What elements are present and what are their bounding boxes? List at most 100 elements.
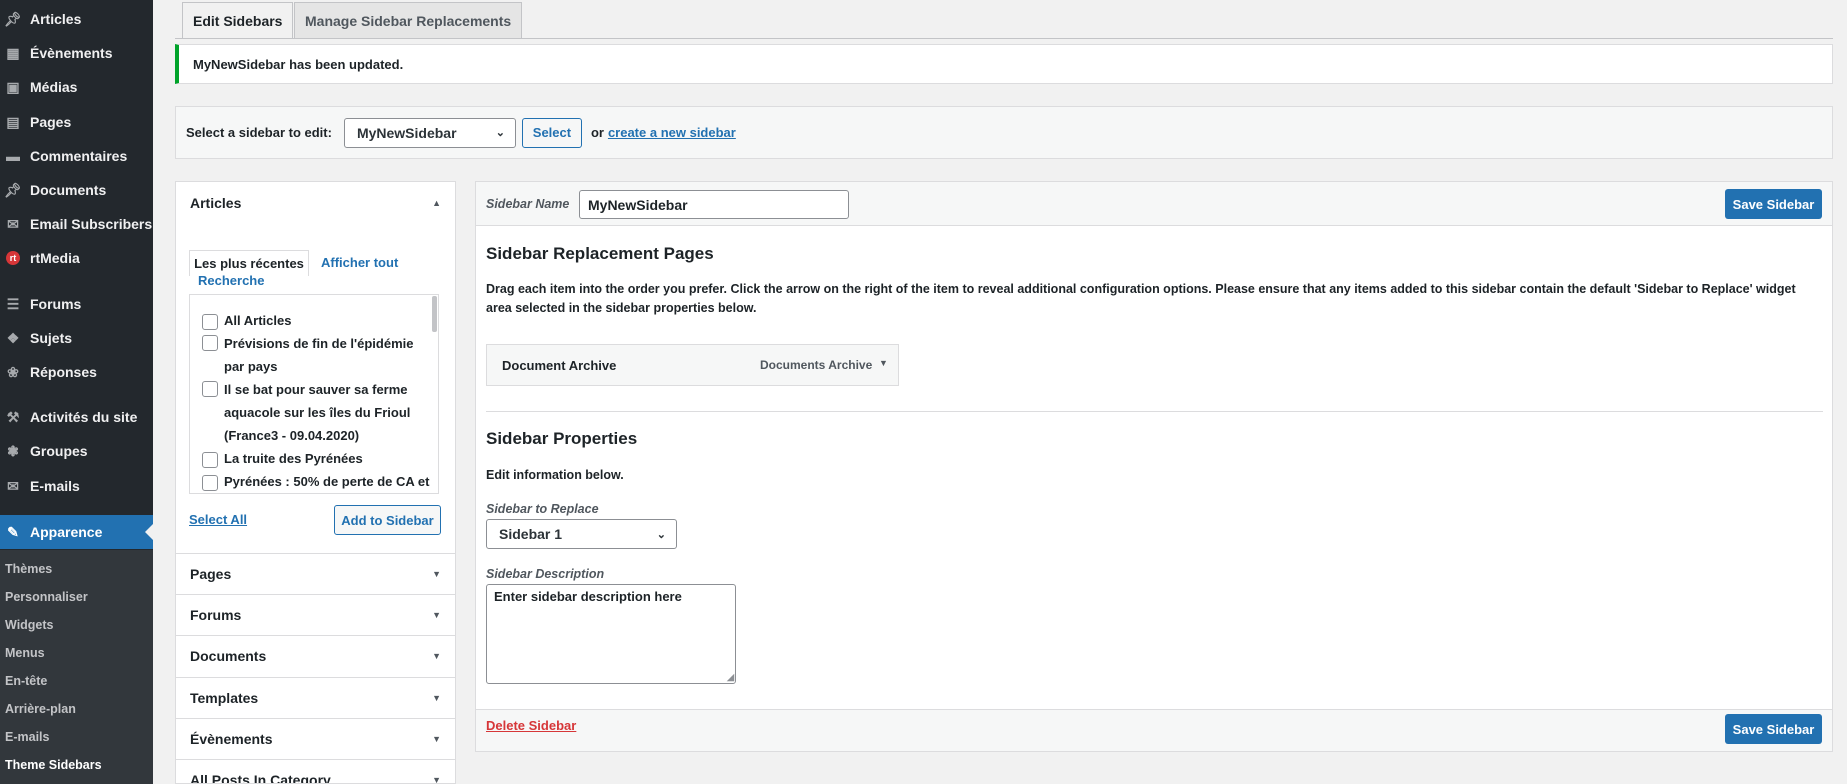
accordion-section-title: Templates [190,690,259,706]
menu-item-pages[interactable]: ▤ Pages [0,108,153,136]
page-icon: ▤ [6,113,20,130]
chevron-down-icon: ⌄ [656,528,666,541]
tab-edit-sidebars[interactable]: Edit Sidebars [182,2,294,38]
submenu-emails[interactable]: E-mails [5,730,49,744]
admin-menu: 📌︎ Articles ▦ Évènements ▣ Médias ▤ Pages ▬ C… [0,0,153,784]
accordion-section[interactable]: Documents ▼ [176,635,455,676]
submenu-entete[interactable]: En-tête [5,674,47,688]
update-notice: MyNewSidebar has been updated. [175,44,1833,84]
select-button[interactable]: Select [521,117,582,148]
accordion-section-title: Forums [190,607,242,623]
submenu-widgets[interactable]: Widgets [5,618,54,632]
sidebar-select-value: MyNewSidebar [356,124,457,141]
tab-afficher-tout[interactable]: Afficher tout [321,255,398,270]
checkbox[interactable] [202,474,218,491]
accordion-section[interactable]: All Posts In Category ▼ [176,759,455,784]
appearance-submenu: Thèmes Personnaliser Widgets Menus En-tê… [0,550,153,784]
menu-item-reponses[interactable]: ❀ Réponses [0,358,153,386]
menu-item-groupes[interactable]: ❃ Groupes [0,437,153,465]
triangle-down-icon: ▼ [432,693,441,703]
save-sidebar-button-bottom[interactable]: Save Sidebar [1725,714,1822,744]
paintbrush-icon: ✎ [7,523,19,540]
tab-manage-replacements[interactable]: Manage Sidebar Replacements [294,2,523,38]
list-item: La truite des Pyrénées [202,447,422,470]
activity-icon: ⚒ [6,408,20,425]
articles-checklist: All Articles Prévisions de fin de l'épid… [189,294,439,494]
sidebar-to-replace-select[interactable]: Sidebar 1 ⌄ [486,519,677,549]
menu-item-evenements[interactable]: ▦ Évènements [0,39,153,67]
menu-item-articles[interactable]: 📌︎ Articles [0,5,153,33]
submenu-themes[interactable]: Thèmes [5,562,52,576]
comment-icon: ▬ [6,148,20,164]
sidebar-to-replace-value: Sidebar 1 [499,526,563,542]
menu-item-sujets[interactable]: ❖ Sujets [0,324,153,352]
selector-label: Select a sidebar to edit: [186,125,332,140]
accordion-section-title: Évènements [190,731,273,747]
menu-item-documents[interactable]: 📌︎ Documents [0,176,153,204]
save-sidebar-button-top[interactable]: Save Sidebar [1725,189,1822,219]
checkbox[interactable] [202,335,218,351]
reply-icon: ❀ [7,363,19,380]
menu-item-rtmedia[interactable]: rt rtMedia [0,244,153,272]
accordion-section[interactable]: Évènements ▼ [176,718,455,759]
checklist-scrollbar[interactable] [432,296,437,332]
accordion-section[interactable]: Templates ▼ [176,677,455,718]
sidebar-editor: Sidebar Name MyNewSidebar Save Sidebar S… [475,181,1833,752]
accordion-section[interactable]: Forums ▼ [176,594,455,635]
replacement-item[interactable]: Document Archive Documents Archive ▼ [486,344,899,386]
notice-text: MyNewSidebar has been updated. [193,56,404,72]
accordion-section-title: All Posts In Category [190,772,331,784]
delete-sidebar-link[interactable]: Delete Sidebar [486,718,576,733]
triangle-down-icon[interactable]: ▼ [879,358,888,368]
sidebar-selector-bar: Select a sidebar to edit: MyNewSidebar ⌄ … [175,106,1833,159]
accordion-section-title: Documents [190,648,267,664]
replacement-item-title: Document Archive [502,358,617,373]
envelope-icon: ✉ [7,477,19,494]
menu-item-apparence[interactable]: ✎ Apparence [0,515,153,549]
replacement-description: Drag each item into the order you prefer… [486,282,1796,315]
tab-recherche[interactable]: Recherche [198,273,264,288]
chevron-down-icon: ⌄ [495,127,505,139]
accordion-section[interactable]: Pages ▼ [176,553,455,594]
sidebar-name-label: Sidebar Name [486,197,570,211]
menu-item-medias[interactable]: ▣ Médias [0,73,153,101]
select-all-link[interactable]: Select All [189,512,247,527]
calendar-icon: ▦ [6,44,20,61]
submenu-theme-sidebars[interactable]: Theme Sidebars [5,758,102,772]
section-divider [486,411,1823,412]
replacement-pages-title: Sidebar Replacement Pages [486,244,714,263]
triangle-up-icon: ▲ [432,198,441,208]
submenu-arriere-plan[interactable]: Arrière-plan [5,702,76,716]
create-sidebar-link[interactable]: create a new sidebar [608,125,736,140]
checkbox[interactable] [202,451,218,468]
or-text: or [590,125,604,140]
menu-item-activites[interactable]: ⚒ Activités du site [0,403,153,431]
triangle-down-icon: ▼ [432,734,441,744]
triangle-down-icon: ▼ [432,610,441,620]
media-icon: ▣ [6,78,20,95]
add-to-sidebar-button[interactable]: Add to Sidebar [334,505,441,535]
menu-item-email-subscribers[interactable]: ✉ Email Subscribers [0,210,153,238]
sidebar-properties-title: Sidebar Properties [486,429,638,448]
sidebar-name-input[interactable]: MyNewSidebar [579,190,849,219]
list-item: Prévisions de fin de l'épidémie par pays [202,332,422,378]
envelope-icon: ✉ [7,215,19,232]
checkbox[interactable] [202,381,218,397]
items-accordion: Articles ▲ Les plus récentes Afficher tou… [175,181,456,784]
menu-item-commentaires[interactable]: ▬ Commentaires [0,142,153,170]
accordion-articles-header[interactable]: Articles ▲ [176,182,455,224]
submenu-personnaliser[interactable]: Personnaliser [5,590,88,604]
menu-item-forums[interactable]: ☰ Forums [0,290,153,318]
checkbox[interactable] [202,313,218,330]
resize-handle-icon[interactable]: ◢ [727,672,734,683]
sidebar-description-label: Sidebar Description [486,567,605,581]
triangle-down-icon: ▼ [432,569,441,579]
submenu-menus[interactable]: Menus [5,646,45,660]
sidebar-select[interactable]: MyNewSidebar ⌄ [343,117,516,148]
rtmedia-icon: rt [2,248,24,268]
menu-item-emails[interactable]: ✉ E-mails [0,472,153,500]
forum-icon: ☰ [6,295,20,312]
accordion-section-title: Pages [190,566,232,582]
sidebar-to-replace-label: Sidebar to Replace [486,502,599,516]
sidebar-description-textarea[interactable]: Enter sidebar description here ◢ [486,584,736,684]
